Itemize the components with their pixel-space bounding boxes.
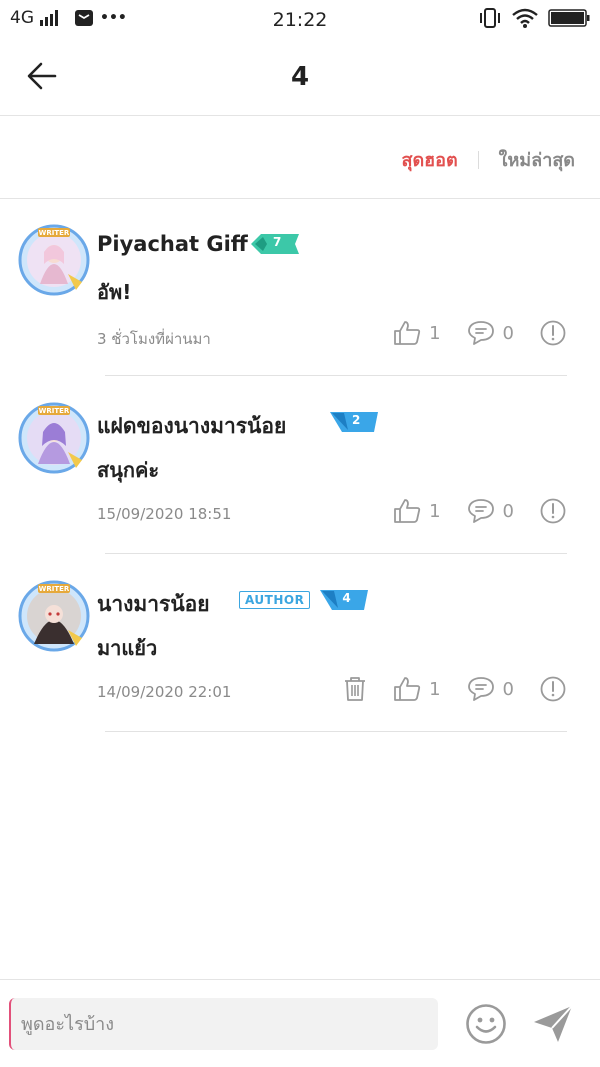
thumbs-up-icon <box>394 499 421 523</box>
report-button[interactable] <box>540 320 566 346</box>
like-count: 1 <box>429 322 441 344</box>
comment-text: อัพ! <box>97 280 132 304</box>
chat-bubble-icon <box>467 677 494 701</box>
tab-newest[interactable]: ใหม่ล่าสุด <box>499 145 575 174</box>
comment-username[interactable]: แฝดของนางมารน้อย <box>97 410 286 443</box>
paper-plane-icon[interactable] <box>532 1004 574 1044</box>
thumbs-up-icon <box>394 321 421 345</box>
level-number: 4 <box>342 591 351 605</box>
avatar[interactable]: WRITER <box>18 402 90 474</box>
reply-count: 0 <box>502 322 514 344</box>
trash-icon <box>345 677 366 701</box>
reply-button[interactable]: 0 <box>467 676 514 702</box>
exclamation-circle-icon <box>540 320 566 346</box>
svg-text:WRITER: WRITER <box>39 407 70 415</box>
sort-tabs: สุดฮอต ใหม่ล่าสุด <box>401 145 575 174</box>
comment-timestamp: 14/09/2020 22:01 <box>97 683 232 701</box>
level-badge: 4 <box>320 590 369 610</box>
avatar[interactable]: WRITER <box>18 224 90 296</box>
comment-divider <box>105 375 567 376</box>
comment-actions: 1 0 <box>367 498 566 524</box>
wifi-icon <box>512 8 538 28</box>
avatar[interactable]: WRITER <box>18 580 90 652</box>
comment-item: WRITER นางมารน้อย AUTHOR 4 มาแย้ว 14/09/… <box>0 580 600 758</box>
like-count: 1 <box>429 500 441 522</box>
status-right <box>478 8 590 28</box>
svg-text:WRITER: WRITER <box>39 229 70 237</box>
status-bar: 4G ••• 21:22 <box>0 0 600 40</box>
level-badge: 7 <box>251 234 299 254</box>
comment-input[interactable] <box>9 998 438 1050</box>
comment-timestamp: 3 ชั่วโมงที่ผ่านมา <box>97 330 211 348</box>
battery-icon <box>548 9 590 27</box>
chat-bubble-icon <box>467 499 494 523</box>
comment-timestamp: 15/09/2020 18:51 <box>97 505 232 523</box>
comment-username[interactable]: นางมารน้อย <box>97 588 210 621</box>
reply-button[interactable]: 0 <box>467 320 514 346</box>
delete-button[interactable] <box>343 676 367 702</box>
level-number: 7 <box>273 235 282 249</box>
tab-hot[interactable]: สุดฮอต <box>401 145 457 174</box>
like-button[interactable]: 1 <box>393 498 441 524</box>
author-badge: AUTHOR <box>239 591 311 609</box>
comment-input-bar <box>0 979 600 1067</box>
like-button[interactable]: 1 <box>393 320 441 346</box>
user-badges: AUTHOR 4 <box>239 590 369 610</box>
comment-actions: 1 0 <box>317 676 566 702</box>
comment-item: WRITER Piyachat Giff 7 อัพ! 3 ชั่วโมงที่… <box>0 224 600 402</box>
like-count: 1 <box>429 678 441 700</box>
user-badges: 2 <box>330 412 378 432</box>
vibrate-icon <box>480 8 500 28</box>
header-bar: 4 <box>0 40 600 116</box>
reply-count: 0 <box>502 500 514 522</box>
tab-divider <box>477 150 479 169</box>
thumbs-up-icon <box>394 677 421 701</box>
comment-text: สนุกค่ะ <box>97 458 160 482</box>
reply-count: 0 <box>502 678 514 700</box>
exclamation-circle-icon <box>540 498 566 524</box>
exclamation-circle-icon <box>540 676 566 702</box>
user-badges: 7 <box>251 234 299 254</box>
smiley-icon[interactable] <box>465 1003 507 1045</box>
like-button[interactable]: 1 <box>393 676 441 702</box>
comment-item: WRITER แฝดของนางมารน้อย 2 สนุกค่ะ 15/09/… <box>0 402 600 580</box>
level-number: 2 <box>352 413 361 427</box>
report-button[interactable] <box>540 498 566 524</box>
comment-actions: 1 0 <box>367 320 566 346</box>
chat-bubble-icon <box>467 321 494 345</box>
report-button[interactable] <box>540 676 566 702</box>
comment-divider <box>105 731 567 732</box>
page-title: 4 <box>290 62 310 92</box>
comment-username[interactable]: Piyachat Giff <box>97 232 248 256</box>
reply-button[interactable]: 0 <box>467 498 514 524</box>
svg-text:WRITER: WRITER <box>39 585 70 593</box>
level-badge: 2 <box>330 412 378 432</box>
comment-divider <box>105 553 567 554</box>
comment-text: มาแย้ว <box>97 636 158 660</box>
sort-bar: สุดฮอต ใหม่ล่าสุด <box>0 117 600 199</box>
